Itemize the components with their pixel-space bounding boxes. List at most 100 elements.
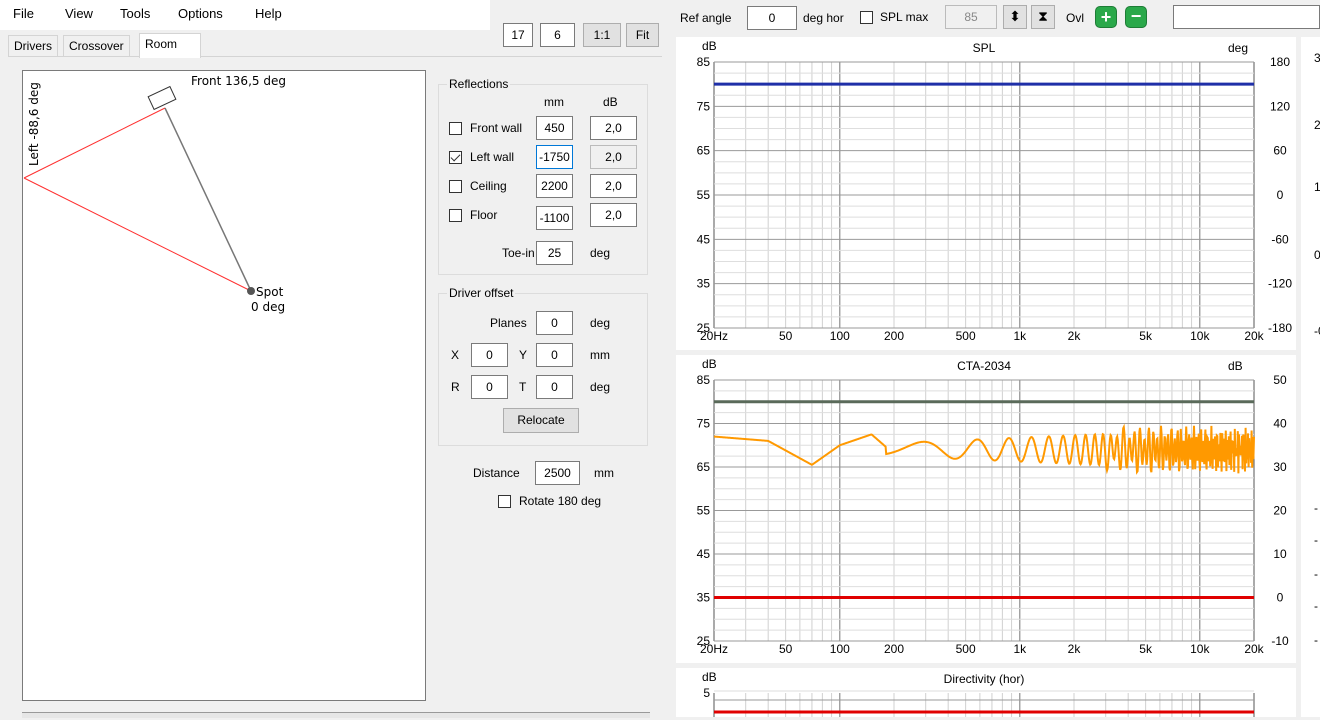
spl-max-checkbox[interactable] [860,11,873,24]
partial-axis-label: 2 [1314,118,1320,132]
fit-button[interactable]: Fit [626,23,659,47]
x-tick-label: 200 [884,329,904,343]
front-wall-mm-field[interactable]: 450 [536,116,573,140]
cta-chart-panel: CTA-2034 dB dB 85 75 65 55 45 35 25 50 40 30 20 10 0 -10… [676,355,1296,663]
partial-axis-label: -0 [1314,324,1320,338]
tab-drivers[interactable]: Drivers [8,35,58,56]
ceiling-mm-field[interactable]: 2200 [536,174,573,198]
spl-max-label: SPL max [880,10,929,24]
partial-axis-label: - [1314,633,1318,647]
zoom-b-field[interactable]: 6 [540,23,575,47]
horizontal-scrollbar[interactable] [22,712,650,718]
y2-tick-label: -60 [1271,232,1289,246]
x-tick-label: 50 [779,329,793,343]
room-canvas[interactable]: Front 136,5 deg Left -88,6 deg Spot 0 de… [22,70,426,701]
toe-in-field[interactable]: 25 [536,241,573,265]
tab-crossover[interactable]: Crossover [63,35,130,56]
planes-field[interactable]: 0 [536,311,573,335]
spl-max-field[interactable]: 85 [945,5,997,29]
reflections-group: Reflections mm dB Front wall 450 2,0 Lef… [438,77,648,275]
left-angle-label: Left -88,6 deg [27,82,41,166]
tab-room[interactable]: Room [139,33,201,58]
x-tick-label: 200 [884,642,904,656]
menu-tools[interactable]: Tools [120,6,150,21]
y-tick-label: 35 [697,277,711,291]
y2-tick-label: 180 [1270,55,1290,69]
left-wall-mm-field[interactable]: -1750 [536,145,573,169]
planes-label: Planes [490,316,527,330]
y-tick-label: 45 [697,232,711,246]
speaker-box[interactable] [147,85,177,111]
r-field[interactable]: 0 [471,375,508,399]
t-field[interactable]: 0 [536,375,573,399]
spot-label: Spot [256,285,284,299]
minus-icon[interactable]: − [1125,6,1147,28]
left-wall-label: Left wall [470,150,515,164]
x-tick-label: 20Hz [700,329,728,343]
y2-tick-label: 10 [1273,547,1287,561]
front-wall-db-field[interactable]: 2,0 [590,116,637,140]
y-tick-label: 35 [697,591,711,605]
cta-2034-chart[interactable]: CTA-2034dB dB8575655545352550403020100-10… [676,355,1296,663]
x-field[interactable]: 0 [471,343,508,367]
x-tick-label: 1k [1013,642,1027,656]
col-mm-header: mm [544,95,564,109]
floor-mm-field[interactable]: -1100 [536,206,573,230]
one-to-one-button[interactable]: 1:1 [583,23,621,47]
front-wall-checkbox[interactable] [449,122,462,135]
x-tick-label: 5k [1139,642,1153,656]
rt-unit: deg [590,380,611,394]
chart-title: CTA-2034 [957,359,1011,373]
spl-chart[interactable]: SPLdB deg85756555453525180120600-60-120-1… [676,37,1296,350]
y-tick-label: 55 [697,504,711,518]
deg-hor-label: deg hor [803,11,844,25]
x-tick-label: 50 [779,642,793,656]
partial-axis-label: - [1314,501,1318,515]
toe-in-label: Toe-in [502,246,535,260]
left-wall-db-field[interactable]: 2,0 [590,145,637,169]
directivity-chart[interactable]: Directivity (hor) dB 5 [676,668,1296,720]
col-db-header: dB [603,95,618,109]
partial-axis-label: 0 [1314,248,1320,262]
y-tick-label: 75 [697,99,711,113]
menu-bar: File View Tools Options Help [0,0,490,30]
x-tick-label: 20k [1244,329,1264,343]
x-tick-label: 1k [1013,329,1027,343]
zoom-a-field[interactable]: 17 [503,23,533,47]
relocate-button[interactable]: Relocate [503,408,579,433]
floor-db-field[interactable]: 2,0 [590,203,637,227]
driver-offset-title: Driver offset [447,286,516,300]
y-tick-label: 75 [697,417,711,431]
menu-file[interactable]: File [13,6,34,21]
y2-axis-unit-label: dB [1228,359,1243,373]
y2-tick-label: 60 [1273,144,1287,158]
y2-tick-label: 0 [1277,591,1284,605]
y-axis-unit-label: dB [702,39,717,53]
ceiling-db-field[interactable]: 2,0 [590,174,637,198]
hourglass-icon[interactable]: ⧗ [1031,5,1055,29]
reflection-line-lower [23,177,252,292]
spin-up-down-icon[interactable]: ⬍ [1003,5,1027,29]
left-wall-checkbox[interactable] [449,151,462,164]
ceiling-checkbox[interactable] [449,180,462,193]
menu-help[interactable]: Help [255,6,282,21]
y2-tick-label: 120 [1270,99,1290,113]
menu-options[interactable]: Options [178,6,223,21]
ref-angle-field[interactable]: 0 [747,6,797,30]
distance-field[interactable]: 2500 [535,461,580,485]
r-label: R [451,380,460,394]
overlay-text-field[interactable] [1173,5,1320,29]
floor-checkbox[interactable] [449,209,462,222]
y2-tick-label: -120 [1268,277,1292,291]
y-tick-label: 65 [697,460,711,474]
plus-icon[interactable]: + [1095,6,1117,28]
front-angle-label: Front 136,5 deg [191,74,286,88]
rotate-180-checkbox[interactable] [498,495,511,508]
driver-offset-group: Driver offset Planes 0 deg X 0 Y 0 mm R … [438,286,648,446]
y-field[interactable]: 0 [536,343,573,367]
listening-spot[interactable] [247,287,255,295]
partial-axis-label: 1 [1314,180,1320,194]
menu-view[interactable]: View [65,6,93,21]
y-tick-label: 65 [697,144,711,158]
partial-axis-label: 3 [1314,51,1320,65]
